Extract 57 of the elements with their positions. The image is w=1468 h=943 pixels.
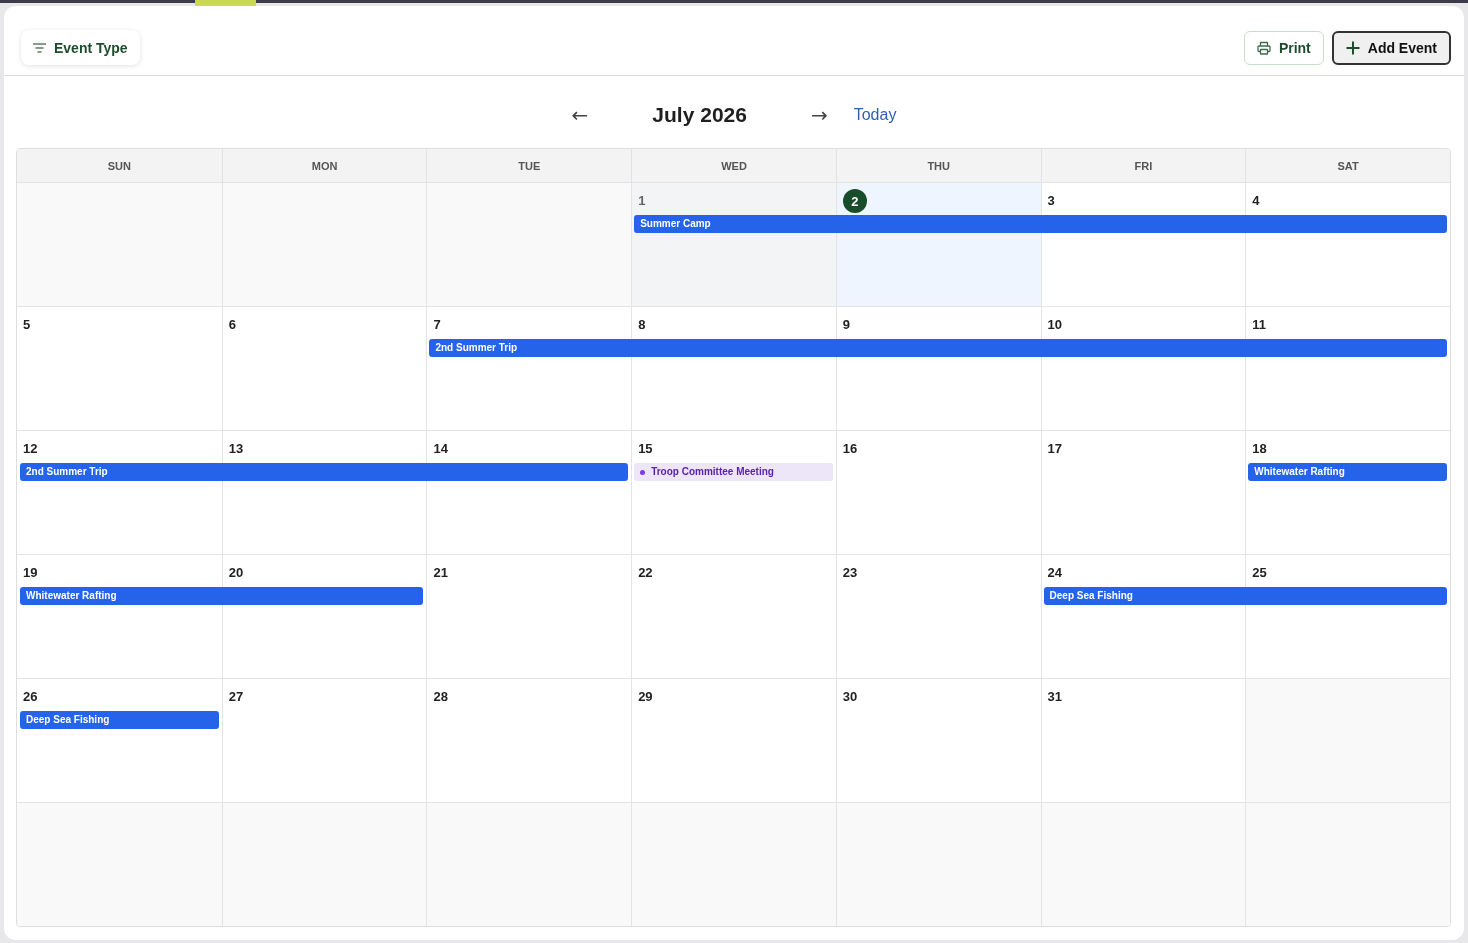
today-date-badge: 2	[842, 189, 867, 213]
day-number: 4	[1252, 192, 1260, 210]
event-bar[interactable]: Deep Sea Fishing	[20, 711, 219, 729]
previous-month-button[interactable]: ←	[571, 103, 589, 127]
event-chip[interactable]: Troop Committee Meeting	[634, 463, 833, 481]
printer-icon	[1256, 40, 1271, 55]
active-tab-indicator	[195, 0, 256, 6]
filter-icon	[33, 42, 46, 53]
day-number: 27	[228, 688, 244, 706]
day-number: 9	[842, 316, 851, 334]
day-number: 7	[433, 316, 441, 334]
weekday-label: TUE	[518, 159, 541, 172]
day-number: 17	[1047, 440, 1063, 458]
event-bar[interactable]: Deep Sea Fishing	[1043, 587, 1447, 605]
plus-icon	[1345, 40, 1360, 55]
day-number: 28	[433, 688, 448, 706]
weekday-label: SUN	[107, 159, 131, 172]
event-bar[interactable]: 2nd Summer Trip	[20, 463, 629, 481]
event-bar[interactable]: Summer Camp	[634, 215, 1447, 233]
month-title: July 2026	[652, 103, 747, 127]
day-number: 3	[1047, 192, 1055, 210]
add-event-button[interactable]: Add Event	[1331, 30, 1451, 65]
day-number: 15	[638, 440, 653, 458]
day-number: 6	[228, 316, 236, 334]
weekday-label: THU	[927, 159, 950, 172]
event-bar[interactable]: Whitewater Rafting	[1248, 463, 1447, 481]
day-number: 20	[228, 564, 244, 582]
day-number: 19	[23, 564, 38, 582]
day-number: 14	[433, 440, 448, 458]
day-number: 21	[433, 564, 448, 582]
day-number: 30	[842, 688, 858, 706]
day-number: 24	[1047, 564, 1063, 582]
day-number: 13	[228, 440, 244, 458]
day-number: 26	[23, 688, 38, 706]
day-number: 25	[1252, 564, 1267, 582]
day-number: 31	[1047, 688, 1063, 706]
day-number: 18	[1252, 440, 1267, 458]
day-number: 11	[1252, 316, 1267, 334]
day-number: 16	[842, 440, 858, 458]
day-number: 5	[23, 316, 31, 334]
day-number: 22	[638, 564, 653, 582]
day-number: 1	[638, 192, 646, 210]
day-number: 23	[842, 564, 858, 582]
next-month-button[interactable]: →	[810, 103, 828, 127]
day-number: 29	[638, 688, 653, 706]
day-number: 12	[23, 440, 38, 458]
today-link[interactable]: Today	[853, 106, 897, 124]
weekday-label: WED	[721, 159, 747, 172]
day-number: 10	[1047, 316, 1063, 334]
day-number: 8	[638, 316, 646, 334]
print-button[interactable]: Print	[1243, 30, 1324, 65]
weekday-label: SAT	[1337, 159, 1359, 172]
weekday-label: FRI	[1134, 159, 1153, 172]
event-bar[interactable]: 2nd Summer Trip	[429, 339, 1447, 357]
event-bar[interactable]: Whitewater Rafting	[20, 587, 424, 605]
event-type-filter-button[interactable]: Event Type	[21, 30, 140, 65]
weekday-label: MON	[311, 159, 338, 172]
